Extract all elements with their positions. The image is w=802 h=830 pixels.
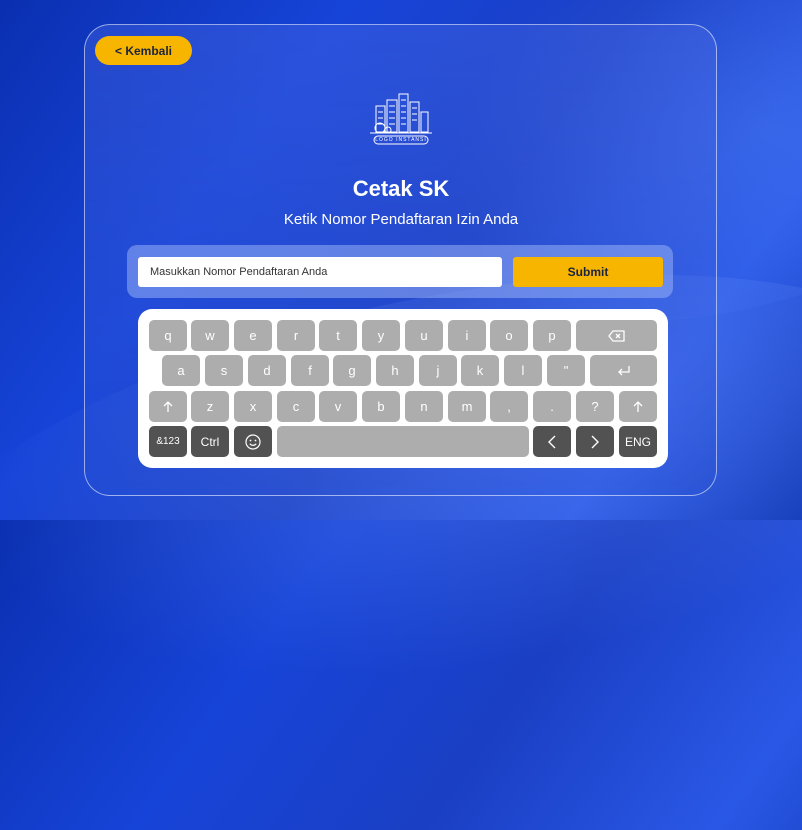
key-i[interactable]: i (448, 320, 486, 351)
backspace-icon (607, 329, 625, 342)
key-c[interactable]: c (277, 391, 315, 422)
on-screen-keyboard: q w e r t y u i o p a s d f g h j k l " … (138, 309, 668, 468)
page-subtitle: Ketik Nomor Pendaftaran Izin Anda (283, 211, 519, 228)
emoji-icon (245, 433, 261, 450)
key-q[interactable]: q (149, 320, 187, 351)
logo-caption: LOGO INSTANSI (375, 137, 427, 143)
key-a[interactable]: a (162, 355, 200, 386)
key-question[interactable]: ? (576, 391, 614, 422)
page-title: Cetak SK (352, 176, 450, 201)
enter-icon (617, 365, 630, 375)
key-comma[interactable]: , (490, 391, 528, 422)
language-key[interactable]: ENG (619, 426, 657, 457)
key-y[interactable]: y (362, 320, 400, 351)
key-quote[interactable]: " (547, 355, 585, 386)
left-arrow-key[interactable] (533, 426, 571, 457)
key-h[interactable]: h (376, 355, 414, 386)
ctrl-key[interactable]: Ctrl (191, 426, 229, 457)
key-x[interactable]: x (234, 391, 272, 422)
emoji-key[interactable] (234, 426, 272, 457)
key-e[interactable]: e (234, 320, 272, 351)
key-b[interactable]: b (362, 391, 400, 422)
back-button[interactable]: < Kembali (95, 36, 192, 65)
key-p[interactable]: p (533, 320, 571, 351)
backspace-key[interactable] (576, 320, 657, 351)
key-l[interactable]: l (504, 355, 542, 386)
space-key[interactable] (277, 426, 529, 457)
submit-button[interactable]: Submit (513, 257, 663, 287)
key-z[interactable]: z (191, 391, 229, 422)
shift-icon (163, 400, 173, 412)
key-j[interactable]: j (419, 355, 457, 386)
key-u[interactable]: u (405, 320, 443, 351)
right-shift-key[interactable] (619, 391, 657, 422)
registration-number-input[interactable] (138, 257, 502, 287)
key-s[interactable]: s (205, 355, 243, 386)
enter-key[interactable] (590, 355, 657, 386)
key-t[interactable]: t (319, 320, 357, 351)
shift-icon (633, 400, 643, 412)
key-g[interactable]: g (333, 355, 371, 386)
key-w[interactable]: w (191, 320, 229, 351)
key-m[interactable]: m (448, 391, 486, 422)
key-o[interactable]: o (490, 320, 528, 351)
key-d[interactable]: d (248, 355, 286, 386)
chevron-left-icon (548, 435, 556, 448)
key-n[interactable]: n (405, 391, 443, 422)
key-period[interactable]: . (533, 391, 571, 422)
chevron-right-icon (591, 435, 599, 448)
left-shift-key[interactable] (149, 391, 187, 422)
key-v[interactable]: v (319, 391, 357, 422)
key-k[interactable]: k (461, 355, 499, 386)
symbols-key[interactable]: &123 (149, 426, 187, 457)
right-arrow-key[interactable] (576, 426, 614, 457)
key-r[interactable]: r (277, 320, 315, 351)
key-f[interactable]: f (291, 355, 329, 386)
